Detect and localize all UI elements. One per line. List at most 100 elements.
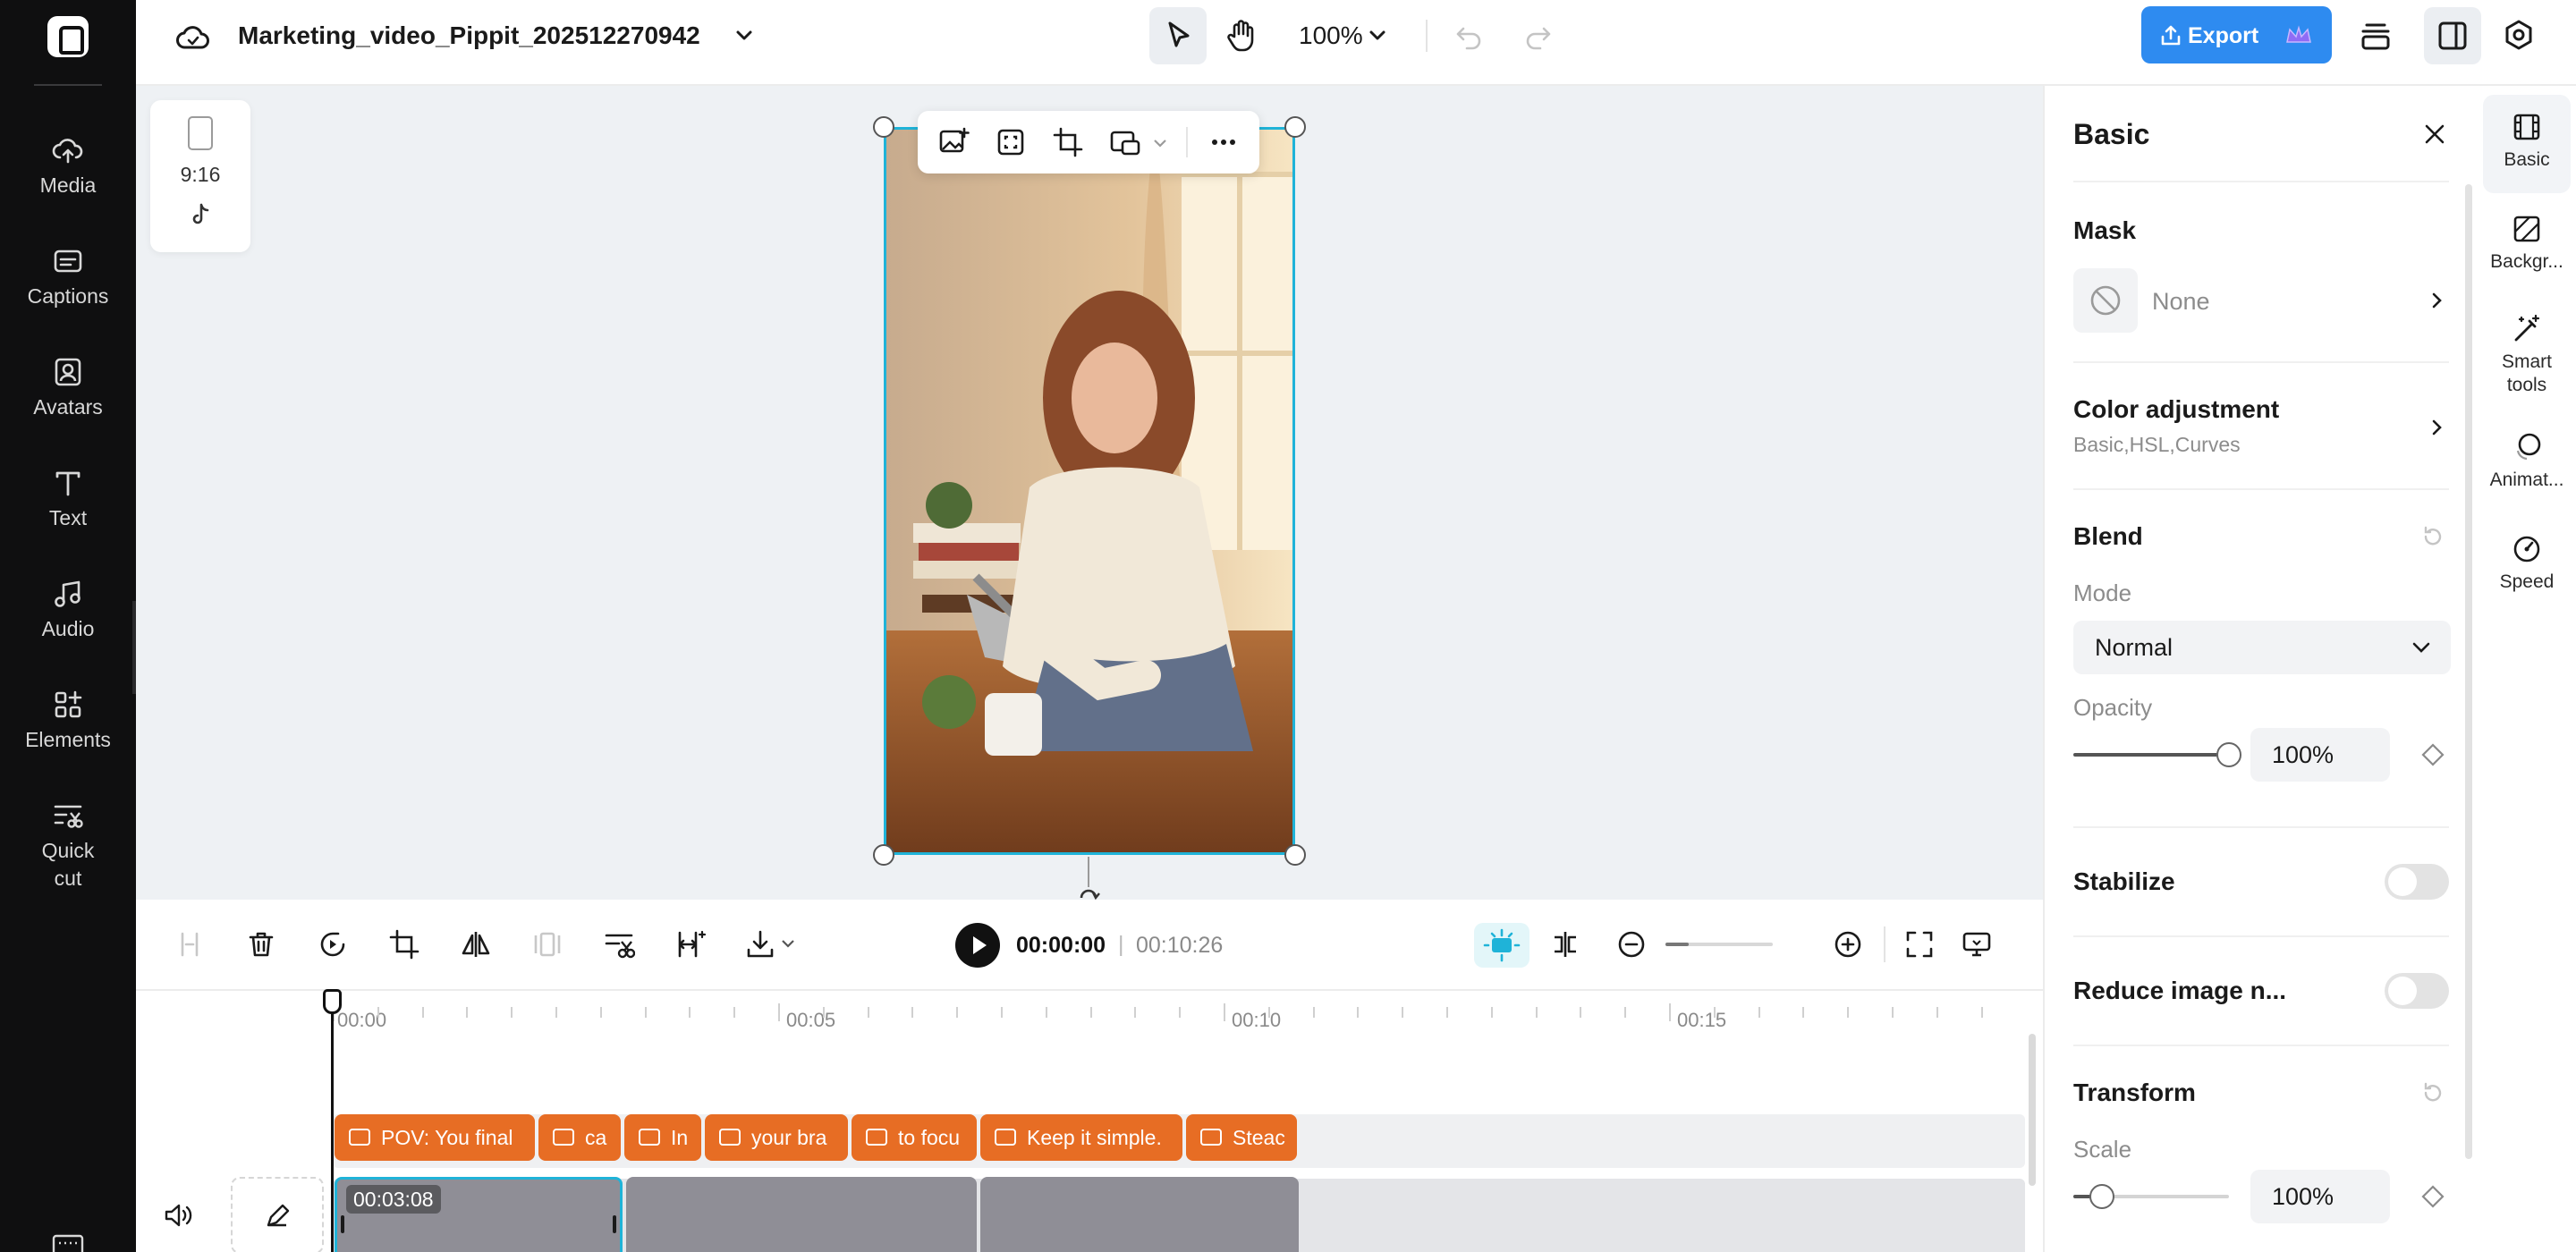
video-clip-selected[interactable]: 00:03:08	[335, 1177, 623, 1252]
project-title[interactable]: Marketing_video_Pippit_202512270942	[238, 21, 700, 50]
close-icon[interactable]	[2420, 120, 2449, 148]
fullscreen-icon[interactable]	[1903, 928, 1936, 960]
caption-clip[interactable]: In	[624, 1114, 701, 1161]
clip-trim-handle-right[interactable]	[613, 1215, 616, 1233]
rail-item-avatars[interactable]: Avatars	[0, 354, 136, 453]
rail-item-elements[interactable]: Elements	[0, 687, 136, 785]
playhead-handle[interactable]	[323, 989, 342, 1014]
avatar-icon	[55, 358, 81, 386]
scale-input[interactable]: 100%	[2250, 1170, 2390, 1223]
caption-clip[interactable]: to focu	[852, 1114, 977, 1161]
keyboard-icon[interactable]	[52, 1232, 84, 1252]
rail-item-captions[interactable]: Captions	[0, 243, 136, 342]
reset-icon[interactable]	[2420, 524, 2445, 549]
stabilize-toggle[interactable]	[2385, 864, 2449, 900]
caption-clip[interactable]: Steac	[1186, 1114, 1297, 1161]
tasks-stack-icon[interactable]	[2358, 18, 2394, 54]
timeline-scrollbar[interactable]	[2029, 1034, 2036, 1186]
caption-clip[interactable]: Keep it simple.	[980, 1114, 1182, 1161]
crop-clip-icon[interactable]	[388, 928, 420, 960]
tab-basic[interactable]: Basic	[2483, 95, 2571, 193]
resize-handle-bottom-left[interactable]	[873, 844, 894, 866]
cut-scissors-icon[interactable]	[603, 928, 635, 960]
time-ruler[interactable]	[136, 1003, 2043, 1021]
settings-gear-icon[interactable]	[2501, 18, 2537, 54]
toggle-panel-button[interactable]	[2424, 7, 2481, 64]
smart-trim-icon[interactable]	[674, 928, 707, 960]
resize-handle-bottom-right[interactable]	[1284, 844, 1306, 866]
replay-icon[interactable]	[317, 928, 349, 960]
tab-label: Smart tools	[2501, 351, 2552, 395]
magnet-snap-button[interactable]	[1474, 923, 1530, 968]
aspect-ratio-card[interactable]: 9:16	[150, 100, 250, 252]
toolbar-divider	[1186, 127, 1188, 157]
download-chevron-icon[interactable]	[780, 937, 796, 950]
resize-handle-top-left[interactable]	[873, 116, 894, 138]
fit-frame-icon[interactable]	[995, 126, 1027, 158]
ruler-tick	[1580, 1007, 1582, 1018]
replace-image-icon[interactable]	[937, 126, 970, 158]
video-preview[interactable]	[884, 127, 1295, 855]
scale-slider-thumb[interactable]	[2089, 1184, 2114, 1209]
zoom-chevron-down-icon[interactable]	[1367, 26, 1388, 46]
color-adjustment-row[interactable]: Color adjustment Basic,HSL,Curves	[2073, 390, 2449, 461]
tab-background[interactable]: Backgr...	[2483, 207, 2571, 306]
reduce-noise-toggle[interactable]	[2385, 973, 2449, 1009]
rail-item-audio[interactable]: Audio	[0, 576, 136, 674]
download-icon[interactable]	[744, 928, 776, 960]
caption-clip[interactable]: POV: You final	[335, 1114, 535, 1161]
keyframe-diamond-icon[interactable]	[2420, 742, 2445, 767]
keyframe-diamond-icon[interactable]	[2420, 1184, 2445, 1209]
transform-label: Transform	[2073, 1079, 2196, 1106]
select-tool-button[interactable]	[1149, 7, 1207, 64]
mirror-icon[interactable]	[460, 928, 492, 960]
cloud-save-icon[interactable]	[175, 21, 211, 52]
opacity-slider[interactable]	[2073, 753, 2229, 757]
playhead[interactable]	[331, 989, 334, 1252]
export-button[interactable]: Export	[2141, 6, 2332, 63]
linkage-icon[interactable]	[1549, 928, 1581, 960]
video-clip[interactable]	[626, 1177, 977, 1252]
timeline-zoom-slider[interactable]	[1665, 943, 1773, 946]
split-icon[interactable]	[174, 928, 206, 960]
rotate-icon[interactable]	[1073, 882, 1104, 900]
tab-animation[interactable]: Animat...	[2483, 431, 2571, 503]
transition-icon[interactable]	[1109, 126, 1141, 158]
rail-item-quick-cut[interactable]: Quick cut	[0, 798, 136, 905]
crop-icon[interactable]	[1052, 126, 1084, 158]
hand-tool-button[interactable]	[1213, 7, 1270, 64]
mask-selector[interactable]: None	[2073, 268, 2449, 333]
zoom-out-icon[interactable]	[1615, 928, 1648, 960]
rail-item-label: Elements	[25, 728, 111, 751]
video-clip[interactable]	[980, 1177, 1299, 1252]
transition-chevron-icon[interactable]	[1152, 137, 1168, 149]
freeze-frame-icon[interactable]	[531, 928, 564, 960]
rail-item-text[interactable]: Text	[0, 465, 136, 563]
chevron-down-icon[interactable]	[733, 26, 755, 46]
rail-divider	[34, 84, 102, 86]
track-edit-box[interactable]	[231, 1177, 324, 1252]
pippit-logo-icon[interactable]	[47, 16, 89, 57]
zoom-in-icon[interactable]	[1832, 928, 1864, 960]
undo-icon[interactable]	[1453, 20, 1485, 52]
opacity-input[interactable]: 100%	[2250, 728, 2390, 782]
play-button[interactable]	[955, 923, 1000, 968]
panel-scrollbar[interactable]	[2465, 184, 2472, 1159]
panel-divider	[2073, 488, 2449, 490]
more-options-icon[interactable]	[1208, 126, 1240, 158]
blend-mode-select[interactable]: Normal	[2073, 621, 2451, 674]
redo-icon[interactable]	[1522, 20, 1555, 52]
tab-speed[interactable]: Speed	[2483, 533, 2571, 605]
volume-icon[interactable]	[163, 1202, 193, 1229]
clip-trim-handle-left[interactable]	[341, 1215, 344, 1233]
resize-handle-top-right[interactable]	[1284, 116, 1306, 138]
opacity-slider-thumb[interactable]	[2216, 742, 2241, 767]
monitor-settings-icon[interactable]	[1961, 928, 1993, 960]
tab-smart-tools[interactable]: Smart tools	[2483, 309, 2571, 408]
delete-icon[interactable]	[245, 928, 277, 960]
rail-item-media[interactable]: Media	[0, 132, 136, 231]
caption-clip[interactable]: your bra	[705, 1114, 848, 1161]
zoom-level[interactable]: 100%	[1299, 21, 1363, 50]
reset-icon[interactable]	[2420, 1080, 2445, 1105]
caption-clip[interactable]: ca	[538, 1114, 621, 1161]
